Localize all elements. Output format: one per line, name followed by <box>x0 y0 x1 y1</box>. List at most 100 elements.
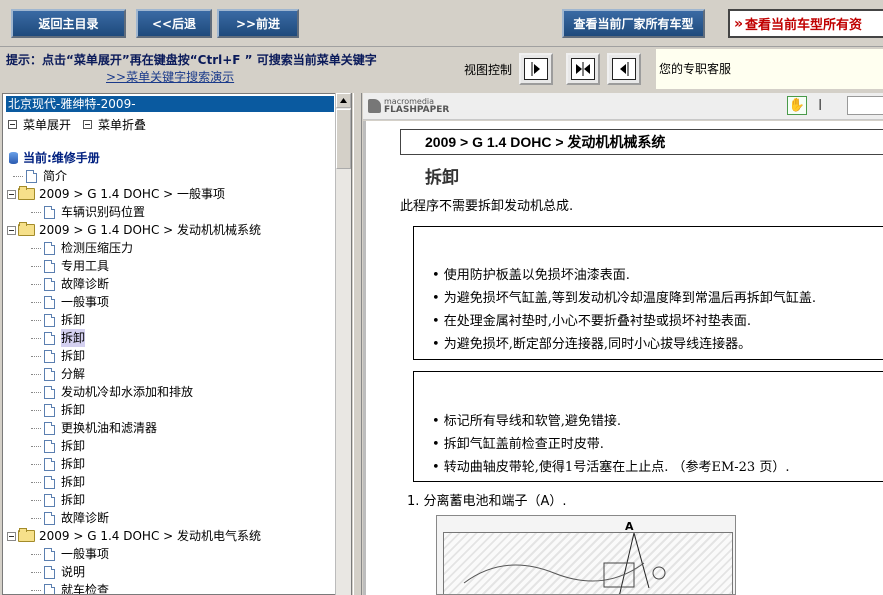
tree-connector <box>31 265 41 267</box>
tree-connector <box>31 319 41 321</box>
document-icon <box>44 475 55 489</box>
document-icon <box>44 565 55 579</box>
tree-item[interactable]: 拆卸 <box>31 437 85 455</box>
tree-item-label: 故障诊断 <box>61 511 110 525</box>
tree-root[interactable]: 当前:维修手册 <box>9 149 100 167</box>
tree-folder[interactable]: 2009 > G 1.4 DOHC > 一般事项 <box>7 185 225 203</box>
arrow-left-icon <box>612 58 636 80</box>
view-left-pane-button[interactable] <box>607 53 641 85</box>
tree-item-label: 一般事项 <box>61 547 110 561</box>
tree-item-label: 车辆识别码位置 <box>61 205 146 219</box>
collapse-all-button[interactable]: 菜单折叠 <box>83 116 146 133</box>
tree-item[interactable]: 检测压缩压力 <box>31 239 133 257</box>
tree-connector <box>31 427 41 429</box>
all-current-model-button[interactable]: » 查看当前车型所有资 <box>728 9 883 38</box>
collapse-box-icon <box>83 120 92 129</box>
document-icon <box>44 205 55 219</box>
tree-item[interactable]: 一般事项 <box>31 293 109 311</box>
collapse-all-label: 菜单折叠 <box>98 118 147 132</box>
tree-item[interactable]: 故障诊断 <box>31 509 109 527</box>
tree-item[interactable]: 专用工具 <box>31 257 109 275</box>
document-icon <box>44 331 55 345</box>
tree-folder[interactable]: 2009 > G 1.4 DOHC > 发动机机械系统 <box>7 221 261 239</box>
tree-item-label: 拆卸 <box>61 313 86 327</box>
vehicle-title: 北京现代-雅绅特-2009- <box>6 96 334 112</box>
collapse-toggle-icon[interactable] <box>7 225 16 235</box>
caution-item: • 转动曲轴皮带轮,使得1号活塞在上止点. （参考EM-23 页）. <box>432 460 790 475</box>
home-button[interactable]: 返回主目录 <box>11 9 126 38</box>
caution-item: • 为避免损坏,断定部分连接器,同时小心拔导线连接器。 <box>432 337 752 352</box>
tree-folder[interactable]: 2009 > G 1.4 DOHC > 发动机电气系统 <box>7 527 261 545</box>
tree-item[interactable]: 拆卸 <box>31 329 86 347</box>
tree-item[interactable]: 故障诊断 <box>31 275 109 293</box>
pane-divider[interactable] <box>353 93 362 595</box>
caution-box-2: • 标记所有导线和软管,避免错接. • 拆卸气缸盖前检查正时皮带. • 转动曲轴… <box>413 371 883 482</box>
customer-service-box[interactable]: 您的专职客服 <box>656 49 883 89</box>
scroll-thumb[interactable] <box>336 109 351 169</box>
menu-tree-panel: 北京现代-雅绅特-2009- 菜单展开 菜单折叠 当前:维修手册 简介 2009 >… <box>2 93 352 595</box>
tree-item[interactable]: 就车检查 <box>31 581 110 595</box>
tree-item[interactable]: 一般事项 <box>31 545 109 563</box>
tree-connector <box>31 463 41 465</box>
view-split-pane-button[interactable] <box>566 53 600 85</box>
open-folder-icon <box>18 528 35 542</box>
tree-item-label: 拆卸 <box>61 493 86 507</box>
manual-root-icon <box>9 152 18 164</box>
all-makers-models-button[interactable]: 查看当前厂家所有车型 <box>562 9 705 38</box>
tree-item[interactable]: 拆卸 <box>31 401 85 419</box>
caution-item: • 标记所有导线和软管,避免错接. <box>432 414 622 429</box>
engine-drawing <box>463 532 666 594</box>
view-right-pane-button[interactable] <box>519 53 553 85</box>
tree-item-label: 拆卸 <box>61 457 86 471</box>
customer-service-label: 您的专职客服 <box>659 62 732 76</box>
expand-all-button[interactable]: 菜单展开 <box>8 116 71 133</box>
tree-item[interactable]: 发动机冷却水添加和排放 <box>31 383 193 401</box>
flashpaper-toolbar: macromedia FLASHPAPER ✋ I <box>363 93 883 120</box>
tree-item-label: 拆卸 <box>61 403 86 417</box>
zoom-input[interactable] <box>847 96 883 115</box>
tree-connector <box>31 571 41 573</box>
tree-connector <box>31 283 41 285</box>
forward-button[interactable]: >>前进 <box>217 9 299 38</box>
split-arrows-icon <box>571 58 595 80</box>
page-edge <box>363 121 366 595</box>
tree-scrollbar[interactable] <box>335 93 351 595</box>
document-page: 2009 > G 1.4 DOHC > 发动机机械系统 拆卸 此程序不需要拆卸发… <box>363 121 883 595</box>
tree-item[interactable]: 拆卸 <box>31 455 85 473</box>
tree-item-label: 分解 <box>61 367 86 381</box>
tree-item-label: 2009 > G 1.4 DOHC > 一般事项 <box>39 187 226 201</box>
document-icon <box>44 493 55 507</box>
hand-tool-icon[interactable]: ✋ <box>787 96 807 115</box>
tree-item[interactable]: 拆卸 <box>31 311 85 329</box>
tree-item[interactable]: 说明 <box>31 563 85 581</box>
tree-item[interactable]: 拆卸 <box>31 347 85 365</box>
tree-item[interactable]: 更换机油和滤清器 <box>31 419 157 437</box>
text-select-icon[interactable]: I <box>818 96 822 114</box>
tree-connector <box>31 247 41 249</box>
tree-item[interactable]: 分解 <box>31 365 85 383</box>
tree-item[interactable]: 拆卸 <box>31 473 85 491</box>
tree-connector <box>31 499 41 501</box>
tree-item-label: 说明 <box>61 565 86 579</box>
open-folder-icon <box>18 222 35 236</box>
tree-connector <box>31 391 41 393</box>
tree-connector <box>31 373 41 375</box>
document-icon <box>44 403 55 417</box>
tree-item[interactable]: 拆卸 <box>31 491 85 509</box>
document-icon <box>44 295 55 309</box>
back-button[interactable]: <<后退 <box>136 9 212 38</box>
tree-item[interactable]: 车辆识别码位置 <box>31 203 145 221</box>
search-demo-link[interactable]: >>菜单关键字搜索演示 <box>106 68 234 85</box>
tree-item-label: 就车检查 <box>61 583 110 595</box>
tree-item[interactable]: 简介 <box>13 167 67 185</box>
flashpaper-logo: macromedia FLASHPAPER <box>368 98 449 115</box>
collapse-toggle-icon[interactable] <box>7 531 16 541</box>
caution-item: • 使用防护板盖以免损坏油漆表面. <box>432 268 630 283</box>
tree-item-label: 拆卸 <box>61 329 86 347</box>
caution-item: • 为避免损坏气缸盖,等到发动机冷却温度降到常温后再拆卸气缸盖. <box>432 291 817 306</box>
tree-connector <box>31 481 41 483</box>
tree-item-label: 更换机油和滤清器 <box>61 421 158 435</box>
scroll-up-arrow[interactable] <box>336 93 351 108</box>
document-icon <box>44 259 55 273</box>
collapse-toggle-icon[interactable] <box>7 189 16 199</box>
